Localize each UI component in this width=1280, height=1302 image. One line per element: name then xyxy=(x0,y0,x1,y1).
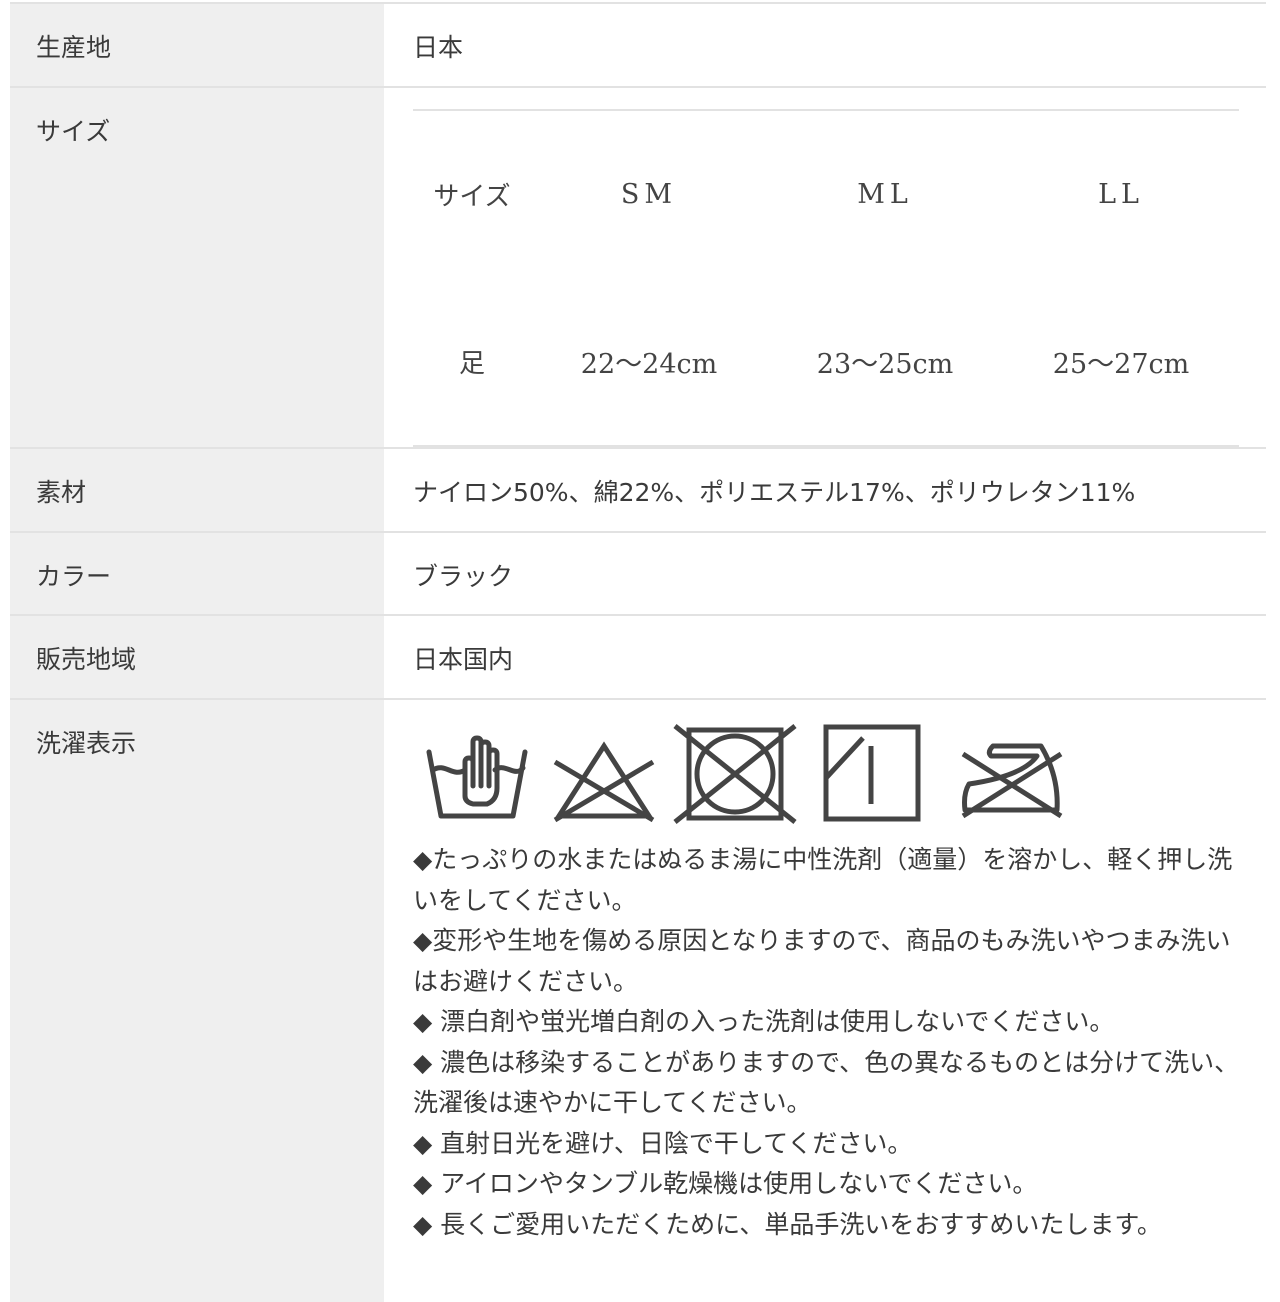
size-chart-header-ml: ML xyxy=(857,179,913,210)
no-tumble-dry-icon xyxy=(673,724,797,824)
size-chart-header-ll: LL xyxy=(1098,179,1144,210)
spec-value-origin: 日本 xyxy=(384,3,1266,88)
size-chart-foot-row: 足 22～24cm 23～25cm 25～27cm xyxy=(413,278,1239,446)
spec-label-care: 洗濯表示 xyxy=(10,699,384,1302)
size-chart-table: サイズ SM ML LL 足 22～24cm 23～25cm 25～27cm xyxy=(413,109,1239,447)
care-instructions: ◆たっぷりの水またはぬるま湯に中性洗剤（適量）を溶かし、軽く押し洗いをしてくださ… xyxy=(413,840,1243,1245)
spec-label-material: 素材 xyxy=(10,448,384,533)
hand-wash-icon xyxy=(426,735,528,819)
spec-value-size: サイズ SM ML LL 足 22～24cm 23～25cm 25～27cm xyxy=(384,87,1266,449)
no-bleach-icon xyxy=(553,741,655,823)
spec-row-color: カラー ブラック xyxy=(10,532,1266,616)
no-iron-icon xyxy=(961,743,1063,819)
care-note: ◆変形や生地を傷める原因となりますので、商品のもみ洗いやつまみ洗いはお避けくださ… xyxy=(413,926,1231,996)
care-symbols xyxy=(413,722,1266,826)
spec-row-origin: 生産地 日本 xyxy=(10,3,1266,88)
care-note: ◆ 漂白剤や蛍光増白剤の入った洗剤は使用しないでください。 xyxy=(413,1007,1115,1036)
care-note: ◆ 直射日光を避け、日陰で干してください。 xyxy=(413,1128,913,1158)
size-chart-header-row: サイズ SM ML LL xyxy=(413,110,1239,278)
care-note: ◆ 濃色は移染することがありますので、色の異なるものとは分けて洗い、洗濯後は速や… xyxy=(413,1047,1240,1118)
spec-value-care: ◆たっぷりの水またはぬるま湯に中性洗剤（適量）を溶かし、軽く押し洗いをしてくださ… xyxy=(384,699,1266,1302)
size-chart-foot-ml: 23～25cm xyxy=(816,349,954,380)
size-chart-header-label: サイズ xyxy=(433,182,511,212)
spec-row-material: 素材 ナイロン50%、綿22%、ポリエステル17%、ポリウレタン11% xyxy=(10,448,1266,533)
line-dry-shade-icon xyxy=(823,724,921,822)
size-chart-foot-label: 足 xyxy=(458,349,485,379)
spec-value-material: ナイロン50%、綿22%、ポリエステル17%、ポリウレタン11% xyxy=(384,448,1266,533)
spec-label-size: サイズ xyxy=(10,87,384,449)
spec-label-origin: 生産地 xyxy=(10,3,384,88)
care-note: ◆たっぷりの水またはぬるま湯に中性洗剤（適量）を溶かし、軽く押し洗いをしてくださ… xyxy=(413,845,1233,915)
spec-value-color: ブラック xyxy=(384,532,1266,616)
spec-label-color: カラー xyxy=(10,532,384,616)
product-spec-table: 生産地 日本 サイズ サイズ SM ML LL 足 22～24cm 23～25c… xyxy=(10,2,1266,1302)
spec-row-sales-area: 販売地域 日本国内 xyxy=(10,615,1266,700)
spec-row-size: サイズ サイズ SM ML LL 足 22～24cm 23～25cm 25～27… xyxy=(10,87,1266,449)
size-chart-foot-ll: 25～27cm xyxy=(1052,349,1190,380)
size-chart-foot-sm: 22～24cm xyxy=(580,349,718,380)
spec-label-sales-area: 販売地域 xyxy=(10,615,384,700)
care-note: ◆ 長くご愛用いただくために、単品手洗いをおすすめいたします。 xyxy=(413,1209,1162,1239)
size-chart-header-sm: SM xyxy=(620,179,678,210)
care-note: ◆ アイロンやタンブル乾燥機は使用しないでください。 xyxy=(413,1169,1038,1198)
spec-row-care: 洗濯表示 ◆たっぷりの水またはぬるま湯に中性洗剤（適量）を溶かし、軽く押し洗いを… xyxy=(10,699,1266,1302)
spec-value-sales-area: 日本国内 xyxy=(384,615,1266,700)
